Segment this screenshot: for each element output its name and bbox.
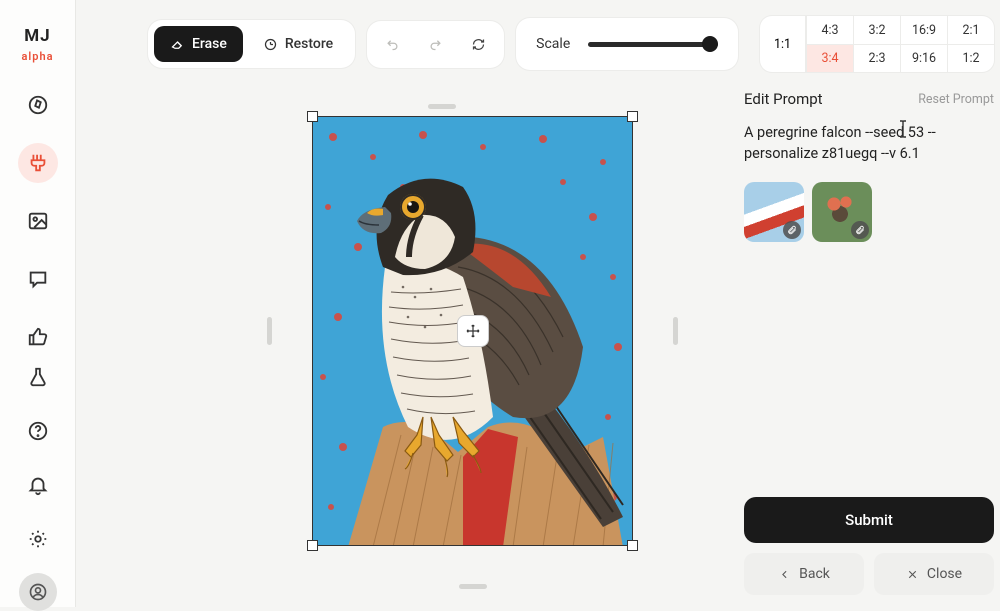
aspect-1-1[interactable]: 1:1 [760, 16, 806, 72]
aspect-1-2[interactable]: 1:2 [947, 44, 994, 72]
panel-title: Edit Prompt [744, 90, 823, 108]
explore-icon[interactable] [18, 85, 58, 125]
refresh-icon [471, 37, 486, 52]
close-icon [906, 568, 919, 581]
chevron-left-icon [778, 568, 791, 581]
aspect-2-1[interactable]: 2:1 [947, 16, 994, 44]
aspect-ratio-grid: 1:1 4:33:216:92:1 3:42:39:161:2 [760, 16, 994, 72]
help-icon[interactable] [18, 411, 58, 451]
back-button[interactable]: Back [744, 553, 864, 595]
main: Erase Restore Scal [76, 0, 1000, 607]
submit-label: Submit [845, 511, 893, 529]
eraser-icon [170, 37, 185, 52]
aspect-16-9[interactable]: 16:9 [900, 16, 947, 44]
close-label: Close [927, 566, 962, 582]
bottom-resize-handle[interactable] [459, 584, 487, 589]
move-icon [465, 323, 481, 339]
redo-icon [428, 37, 443, 52]
image-icon[interactable] [18, 201, 58, 241]
chat-icon[interactable] [18, 259, 58, 299]
history-group [367, 21, 504, 68]
text-cursor-icon [897, 120, 909, 146]
logo: MJ alpha [21, 28, 53, 63]
restore-icon [263, 37, 278, 52]
aspect-3-2[interactable]: 3:2 [853, 16, 900, 44]
flask-icon[interactable] [18, 357, 58, 397]
logo-main: MJ [21, 28, 53, 46]
crop-frame[interactable] [312, 116, 633, 546]
canvas-area [152, 90, 732, 595]
aspect-3-4[interactable]: 3:4 [806, 44, 853, 72]
attachment-icon [851, 221, 869, 239]
theme-icon[interactable] [18, 519, 58, 559]
redo-button[interactable] [416, 27, 455, 62]
reset-prompt-button[interactable]: Reset Prompt [918, 92, 994, 107]
erase-label: Erase [192, 36, 227, 52]
crop-handle-tr[interactable] [627, 111, 638, 122]
erase-button[interactable]: Erase [154, 26, 243, 62]
restore-button[interactable]: Restore [247, 26, 349, 62]
restore-label: Restore [285, 36, 333, 52]
right-resize-handle[interactable] [673, 317, 678, 345]
top-resize-handle[interactable] [428, 104, 456, 109]
nav-bottom [18, 357, 58, 611]
reference-image-1[interactable] [744, 182, 804, 242]
scale-group: Scale [516, 18, 738, 70]
aspect-4-3[interactable]: 4:3 [806, 16, 853, 44]
undo-icon [385, 37, 400, 52]
thumbs-up-icon[interactable] [18, 317, 58, 357]
aspect-2-3[interactable]: 2:3 [853, 44, 900, 72]
submit-button[interactable]: Submit [744, 497, 994, 543]
back-label: Back [799, 566, 830, 582]
reset-button[interactable] [459, 27, 498, 62]
reference-image-2[interactable] [812, 182, 872, 242]
nav-top [18, 85, 58, 357]
move-handle[interactable] [457, 315, 489, 347]
logo-sub: alpha [21, 50, 53, 63]
toolbar: Erase Restore Scal [148, 18, 738, 70]
crop-handle-br[interactable] [627, 540, 638, 551]
undo-button[interactable] [373, 27, 412, 62]
reference-images [744, 182, 994, 242]
avatar[interactable] [19, 573, 57, 611]
slider-thumb[interactable] [702, 36, 718, 52]
edit-prompt-panel: Edit Prompt Reset Prompt A peregrine fal… [744, 90, 994, 242]
prompt-text[interactable]: A peregrine falcon --seed 53 --personali… [744, 122, 994, 164]
left-resize-handle[interactable] [267, 317, 272, 345]
bell-icon[interactable] [18, 465, 58, 505]
aspect-9-16[interactable]: 9:16 [900, 44, 947, 72]
action-bar: Submit Back Close [744, 497, 994, 595]
sidebar: MJ alpha [0, 0, 76, 607]
brush-icon[interactable] [18, 143, 58, 183]
crop-handle-tl[interactable] [307, 111, 318, 122]
scale-slider[interactable] [588, 42, 718, 47]
scale-label: Scale [536, 36, 570, 52]
erase-restore-group: Erase Restore [148, 20, 355, 68]
crop-handle-bl[interactable] [307, 540, 318, 551]
close-button[interactable]: Close [874, 553, 994, 595]
attachment-icon [783, 221, 801, 239]
